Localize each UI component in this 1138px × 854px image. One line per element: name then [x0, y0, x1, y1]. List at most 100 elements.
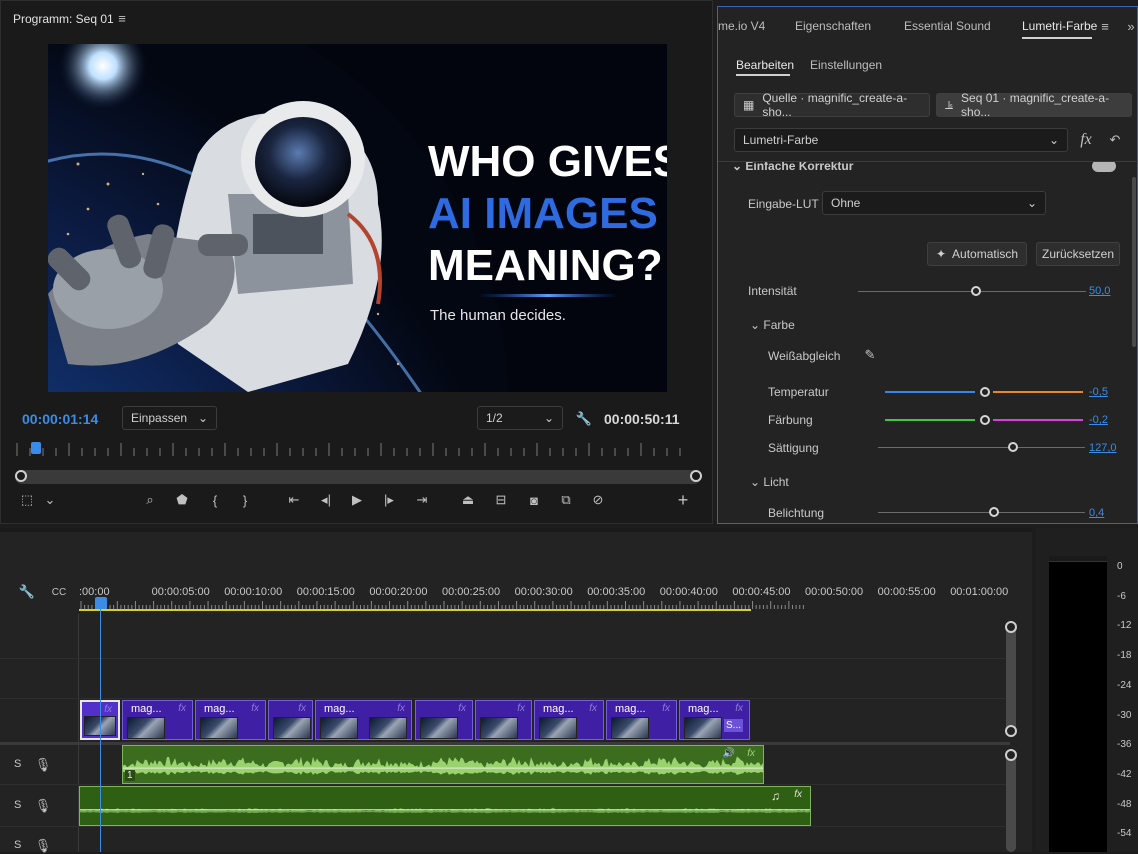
- extract-icon[interactable]: ⊟: [491, 492, 511, 508]
- work-area-bar[interactable]: [79, 609, 751, 611]
- track-separator: [0, 784, 1010, 785]
- marker-icon[interactable]: ⬟: [174, 492, 190, 508]
- video-clip[interactable]: fx: [268, 700, 313, 740]
- video-clip[interactable]: mag... fx: [195, 700, 266, 740]
- scroll-handle[interactable]: [1005, 725, 1017, 737]
- saturation-value[interactable]: 127,0: [1089, 442, 1117, 454]
- video-tracks-scrollbar[interactable]: [1006, 622, 1016, 734]
- temperature-track-cool[interactable]: [885, 391, 975, 393]
- reset-button[interactable]: Zurücksetzen: [1036, 242, 1120, 266]
- zoom-handle-left[interactable]: [15, 470, 27, 482]
- tint-track-magenta[interactable]: [993, 419, 1083, 421]
- video-clip[interactable]: fx: [475, 700, 532, 740]
- step-back-icon[interactable]: ◂|: [318, 492, 334, 508]
- solo-track-a3[interactable]: S: [14, 839, 21, 851]
- basic-correction-toggle[interactable]: [1092, 162, 1116, 172]
- exposure-knob[interactable]: [989, 507, 999, 517]
- source-clip-button[interactable]: ▦ Quelle · magnific_create-a-sho...: [734, 91, 930, 119]
- saturation-track[interactable]: [878, 447, 1085, 448]
- current-timecode[interactable]: 00:00:01:14: [22, 411, 98, 427]
- clip-name: mag...: [204, 703, 235, 715]
- subtab-bearbeiten[interactable]: Bearbeiten: [736, 58, 794, 72]
- lut-dropdown[interactable]: Ohne ⌄: [822, 191, 1046, 215]
- section-basic-correction[interactable]: ⌄ Einfache Korrektur: [732, 162, 853, 173]
- video-clip[interactable]: mag... fx: [606, 700, 677, 740]
- clip-icon: ▦: [743, 98, 755, 112]
- find-icon[interactable]: ⌕: [141, 492, 159, 508]
- microphone-icon[interactable]: 🎙: [35, 798, 52, 814]
- subtab-einstellungen[interactable]: Einstellungen: [810, 58, 882, 72]
- audio-clip-2[interactable]: ♫ fx: [79, 786, 811, 826]
- sequence-clip-button[interactable]: ⫡ Seq 01 · magnific_create-a-sho...: [936, 91, 1132, 119]
- tab-essential-sound[interactable]: Essential Sound: [904, 19, 991, 33]
- hamburger-icon[interactable]: ≡: [115, 10, 129, 26]
- intensity-slider-knob[interactable]: [971, 286, 981, 296]
- audio-clip-1[interactable]: 1 🔊 fx: [122, 745, 764, 784]
- timeline-playhead-handle[interactable]: [95, 597, 107, 609]
- video-clip[interactable]: mag... fx: [534, 700, 604, 740]
- compare-view-icon[interactable]: ⧉: [556, 492, 576, 508]
- microphone-icon[interactable]: 🎙: [35, 757, 52, 773]
- section-color[interactable]: ⌄ Farbe: [750, 318, 795, 332]
- saturation-label: Sättigung: [768, 441, 819, 455]
- tab-lumetri-farbe[interactable]: Lumetri-Farbe: [1022, 19, 1097, 33]
- tab-eigenschaften[interactable]: Eigenschaften: [795, 19, 871, 33]
- mark-out-icon[interactable]: }: [238, 492, 252, 508]
- proxy-toggle-icon[interactable]: ⊘: [589, 492, 607, 508]
- mark-in-icon[interactable]: {: [208, 492, 222, 508]
- resolution-dropdown[interactable]: 1/2 ⌄: [477, 406, 563, 430]
- temperature-track-warm[interactable]: [993, 391, 1083, 393]
- captions-icon[interactable]: CC: [50, 583, 68, 601]
- hamburger-icon[interactable]: ≡: [1098, 18, 1112, 34]
- play-icon[interactable]: ▶: [349, 492, 365, 508]
- program-ruler[interactable]: [15, 442, 695, 456]
- video-clip[interactable]: mag... fx S...: [679, 700, 750, 740]
- lumetri-scroll-area[interactable]: ⌄ Einfache Korrektur Eingabe-LUT Ohne ⌄ ✦…: [718, 162, 1130, 524]
- video-clip[interactable]: mag... fx: [122, 700, 193, 740]
- exposure-value[interactable]: 0,4: [1089, 507, 1104, 519]
- audio-tracks-scrollbar[interactable]: [1006, 750, 1016, 852]
- timeline-playhead-line[interactable]: [100, 608, 101, 852]
- overflow-chevron-icon[interactable]: »: [1124, 18, 1138, 34]
- fx-icon[interactable]: fx: [1076, 131, 1096, 149]
- program-playhead[interactable]: [31, 442, 41, 454]
- wrench-icon[interactable]: 🔧: [575, 410, 593, 428]
- clip-fx-label: fx: [298, 703, 306, 714]
- solo-track-a1[interactable]: S: [14, 758, 21, 770]
- scroll-handle[interactable]: [1005, 621, 1017, 633]
- wrench-icon[interactable]: 🔧: [18, 583, 36, 601]
- chevron-down-icon[interactable]: ⌄: [43, 492, 57, 508]
- auto-button[interactable]: ✦ Automatisch: [927, 242, 1027, 266]
- exposure-track[interactable]: [878, 512, 1085, 513]
- temperature-value[interactable]: -0,5: [1089, 386, 1108, 398]
- scroll-handle[interactable]: [1005, 749, 1017, 761]
- go-to-out-icon[interactable]: ⇥: [413, 492, 431, 508]
- solo-track-a2[interactable]: S: [14, 799, 21, 811]
- effect-dropdown[interactable]: Lumetri-Farbe ⌄: [734, 128, 1068, 152]
- eyedropper-icon[interactable]: ✎: [862, 347, 878, 363]
- camera-icon[interactable]: ◙: [525, 492, 543, 508]
- saturation-knob[interactable]: [1008, 442, 1018, 452]
- fit-dropdown[interactable]: Einpassen ⌄: [122, 406, 217, 430]
- step-forward-icon[interactable]: |▸: [381, 492, 397, 508]
- tint-value[interactable]: -0,2: [1089, 414, 1108, 426]
- intensity-value[interactable]: 50,0: [1089, 285, 1110, 297]
- zoom-handle-right[interactable]: [690, 470, 702, 482]
- video-clip[interactable]: fx: [415, 700, 473, 740]
- add-button-icon[interactable]: +: [674, 490, 692, 510]
- tab-frameio[interactable]: me.io V4: [718, 19, 765, 33]
- temperature-knob[interactable]: [980, 387, 990, 397]
- tint-knob[interactable]: [980, 415, 990, 425]
- zoom-scrollbar[interactable]: [15, 470, 701, 484]
- ruler-label: 00:00:55:00: [878, 586, 936, 598]
- reset-effect-icon[interactable]: ↶: [1105, 131, 1125, 149]
- lumetri-scrollbar[interactable]: [1132, 177, 1136, 347]
- video-clip[interactable]: mag... fx: [315, 700, 412, 740]
- clip-fx-label: fx: [178, 703, 186, 714]
- go-to-in-icon[interactable]: ⇤: [285, 492, 303, 508]
- ruler-label: 00:01:00:00: [950, 586, 1008, 598]
- lift-icon[interactable]: ⏏: [459, 492, 477, 508]
- section-light[interactable]: ⌄ Licht: [750, 475, 789, 489]
- tint-track-green[interactable]: [885, 419, 975, 421]
- safe-margins-icon[interactable]: ⬚: [19, 492, 35, 508]
